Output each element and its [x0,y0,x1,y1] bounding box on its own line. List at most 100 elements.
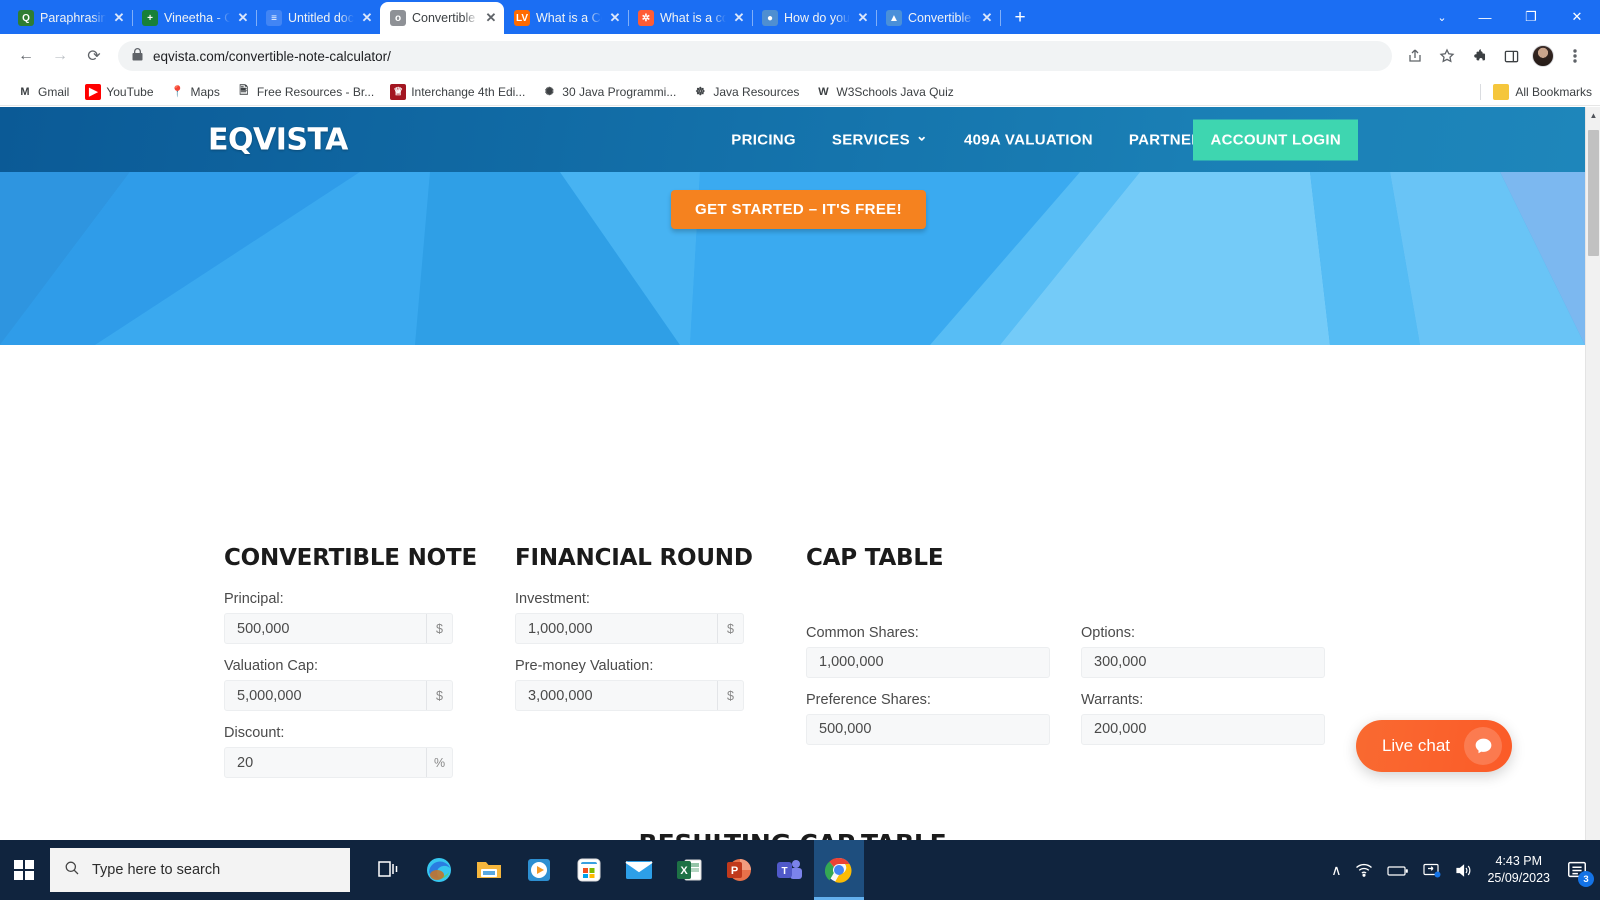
bookmark-item[interactable]: ✺ 30 Java Programmi... [534,81,683,103]
taskbar-excel-icon[interactable]: X [664,840,714,900]
taskbar-search-placeholder: Type here to search [92,862,221,878]
input-preference-shares[interactable]: 500,000 [806,713,1050,745]
profile-avatar[interactable] [1528,41,1558,71]
tab-close-icon[interactable]: ✕ [112,10,126,26]
taskbar-microsoft-edge-icon[interactable] [414,840,464,900]
svg-text:P: P [731,865,738,877]
tab-search-button[interactable]: ⌄ [1422,0,1462,34]
bookmark-star-icon[interactable] [1432,41,1462,71]
bookmark-item[interactable]: 🖹 Free Resources - Br... [229,81,381,103]
value-pre-money-valuation: 3,000,000 [528,687,593,704]
tab-close-icon[interactable]: ✕ [856,10,870,26]
bookmark-item[interactable]: ▶ YouTube [78,81,160,103]
display-icon[interactable] [1423,863,1441,878]
taskbar-media-player-icon[interactable] [514,840,564,900]
bookmarks-bar: M Gmail ▶ YouTube 📍 Maps 🖹 Free Resources - Br.… [0,78,1600,106]
bookmark-item[interactable]: M Gmail [10,81,76,103]
tab-close-icon[interactable]: ✕ [980,10,994,26]
input-common-shares[interactable]: 1,000,000 [806,646,1050,678]
input-principal[interactable]: 500,000 $ [224,613,453,644]
forward-button[interactable]: → [44,40,76,72]
all-bookmarks-label: All Bookmarks [1515,84,1592,99]
account-login-button[interactable]: ACCOUNT LOGIN [1193,119,1358,160]
live-chat-widget[interactable]: Live chat [1355,720,1512,772]
maximize-button[interactable]: ❐ [1508,0,1554,34]
svg-text:T: T [781,866,787,877]
extensions-puzzle-icon[interactable] [1464,41,1494,71]
wifi-icon[interactable] [1355,863,1373,877]
tray-chevron-icon[interactable]: ∧ [1331,862,1341,879]
label-pre-money-valuation: Pre-money Valuation: [515,658,654,674]
reload-button[interactable]: ⟳ [78,40,110,72]
site-nav-link[interactable]: 409A VALUATION [946,131,1111,148]
input-investment[interactable]: 1,000,000 $ [515,613,744,644]
input-options[interactable]: 300,000 [1081,646,1325,678]
notification-icon[interactable]: 3 [1564,857,1594,887]
lv-icon: LV [514,10,530,26]
scrollbar-thumb[interactable] [1588,130,1599,256]
resulting-cap-table-title: RESULTING CAP-TABLE [0,829,1585,840]
input-discount[interactable]: 20 % [224,747,453,778]
taskbar-clock[interactable]: 4:43 PM 25/09/2023 [1487,853,1550,887]
close-window-button[interactable]: ✕ [1554,0,1600,34]
browser-tab[interactable]: ✲ What is a convert ✕ [628,2,753,34]
site-nav-link[interactable]: PRICING [713,131,814,148]
page-scrollbar[interactable]: ▲ [1585,107,1600,840]
browser-tab[interactable]: ▲ Convertible notes ✕ [876,2,1001,34]
quora-icon: ● [762,10,778,26]
browser-toolbar: ← → ⟳ eqvista.com/convertible-note-calcu… [0,34,1600,78]
site-navbar: EQVISTA PRICING SERVICES ⌄ 409A VALUATION PA… [0,107,1585,172]
all-bookmarks-group[interactable]: All Bookmarks [1480,83,1592,100]
field-common-shares: Common Shares: 1,000,000 [806,625,1050,678]
tab-close-icon[interactable]: ✕ [608,10,622,26]
browser-tab[interactable]: + Vineetha - Google ✕ [132,2,257,34]
field-preference-shares: Preference Shares: 500,000 [806,692,1050,745]
tab-title: Untitled document [288,11,354,25]
tab-close-icon[interactable]: ✕ [236,10,250,26]
input-valuation-cap[interactable]: 5,000,000 $ [224,680,453,711]
eqvista-logo[interactable]: EQVISTA [208,122,348,157]
new-tab-button[interactable]: + [1006,4,1034,32]
taskbar-task-view-icon[interactable] [364,840,414,900]
tab-close-icon[interactable]: ✕ [360,10,374,26]
taskbar-search-input[interactable]: Type here to search [50,848,350,892]
minimize-button[interactable]: — [1462,0,1508,34]
tab-close-icon[interactable]: ✕ [484,10,498,26]
browser-tab[interactable]: LV What is a Convert ✕ [504,2,629,34]
browser-tab[interactable]: Q Paraphrasing Tool ✕ [8,2,133,34]
taskbar-chrome-icon[interactable] [814,840,864,900]
tab-close-icon[interactable]: ✕ [732,10,746,26]
bookmark-item[interactable]: ☸ Java Resources [685,81,806,103]
site-nav-link[interactable]: SERVICES ⌄ [814,127,946,148]
battery-icon[interactable] [1387,864,1409,877]
get-started-button[interactable]: GET STARTED – IT'S FREE! [671,190,927,229]
taskbar-mail-icon[interactable] [614,840,664,900]
taskbar-teams-icon[interactable]: T [764,840,814,900]
bookmark-label: Gmail [38,84,70,99]
taskbar-file-explorer-icon[interactable] [464,840,514,900]
site-nav-label: 409A VALUATION [963,131,1093,148]
side-panel-icon[interactable] [1496,41,1526,71]
taskbar-microsoft-store-icon[interactable] [564,840,614,900]
back-button[interactable]: ← [10,40,42,72]
value-principal: 500,000 [237,620,290,637]
tab-title: Convertible Note [412,11,478,25]
browser-tab[interactable]: o Convertible Note ✕ [380,2,504,34]
windows-start-icon[interactable] [0,840,48,900]
chrome-menu-icon[interactable] [1560,41,1590,71]
bookmark-item[interactable]: ♕ Interchange 4th Edi... [383,81,532,103]
input-pre-money-valuation[interactable]: 3,000,000 $ [515,680,744,711]
scroll-up-arrow[interactable]: ▲ [1586,107,1600,123]
browser-tab[interactable]: ● How do you struc ✕ [752,2,877,34]
section-convertible-note: CONVERTIBLE NOTE Principal: 500,000 $ Va… [224,545,515,792]
bookmark-item[interactable]: W W3Schools Java Quiz [808,81,960,103]
taskbar-powerpoint-icon[interactable]: P [714,840,764,900]
volume-icon[interactable] [1455,863,1473,878]
share-icon[interactable] [1400,41,1430,71]
bookmark-item[interactable]: 📍 Maps [163,81,227,103]
field-pre-money-valuation: Pre-money Valuation: 3,000,000 $ [515,658,744,711]
input-warrants[interactable]: 200,000 [1081,713,1325,745]
address-bar[interactable]: eqvista.com/convertible-note-calculator/ [118,41,1392,71]
system-tray: ∧ 4:43 PM 25/09/2023 3 [1331,840,1600,900]
browser-tab[interactable]: ≡ Untitled document ✕ [256,2,380,34]
